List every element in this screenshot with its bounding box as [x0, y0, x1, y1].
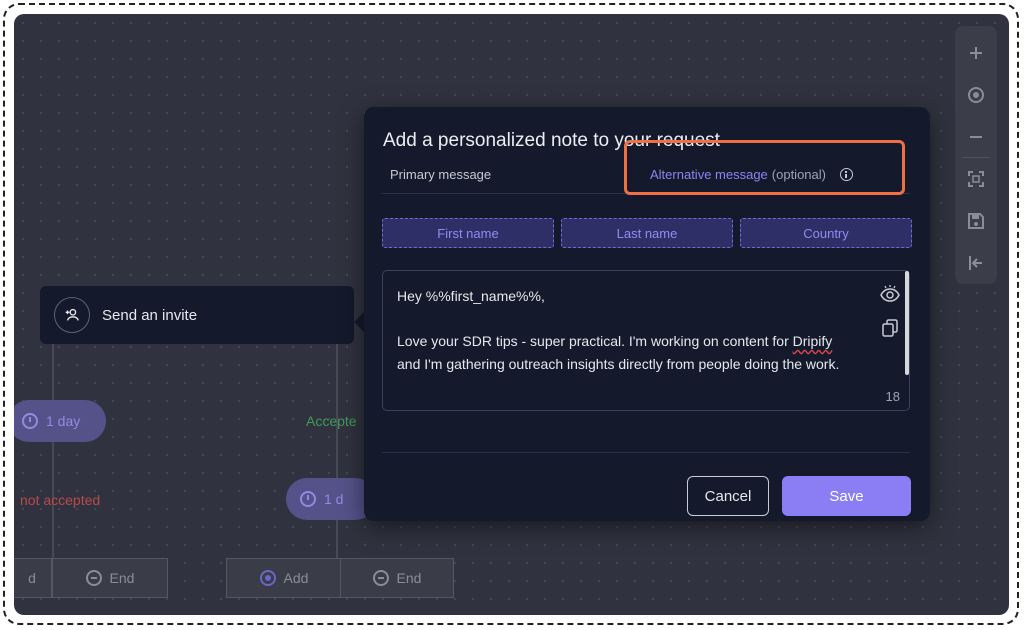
- end-button-label: End: [396, 570, 422, 586]
- node-button-label: d: [28, 570, 36, 586]
- variable-country[interactable]: Country: [740, 218, 912, 248]
- delay-label: 1 d: [324, 491, 344, 507]
- clock-icon: [22, 413, 38, 429]
- eye-icon[interactable]: [880, 284, 900, 302]
- delay-label: 1 day: [46, 413, 81, 429]
- delay-pill[interactable]: 1 d: [286, 478, 376, 520]
- node-button[interactable]: d: [14, 558, 52, 598]
- plus-icon: [970, 46, 982, 59]
- clock-icon: [300, 491, 316, 507]
- end-button-label: End: [109, 570, 135, 586]
- accepted-label: Accepte: [306, 413, 357, 429]
- target-icon: [968, 86, 984, 103]
- add-button-label: Add: [283, 570, 309, 586]
- message-body-start: Love your SDR tips - super practical. I'…: [397, 333, 793, 349]
- message-text[interactable]: Hey %%first_name%%, Love your SDR tips -…: [397, 285, 857, 375]
- popover-arrow: [354, 312, 364, 332]
- variable-last-name[interactable]: Last name: [561, 218, 733, 248]
- zoom-out-button[interactable]: [955, 116, 997, 158]
- tab-primary-message[interactable]: Primary message: [390, 167, 491, 182]
- workflow-canvas: 1 day 1 d Accepte not accepted d End Add…: [14, 14, 1009, 615]
- copy-icon[interactable]: [882, 319, 898, 337]
- message-greeting: Hey %%first_name%%,: [397, 288, 545, 304]
- end-button[interactable]: End: [340, 558, 454, 598]
- editor-scrollbar[interactable]: [905, 271, 909, 375]
- message-editor[interactable]: Hey %%first_name%%, Love your SDR tips -…: [382, 270, 910, 411]
- connector: [336, 344, 338, 574]
- send-invite-node[interactable]: Send an invite: [40, 286, 354, 344]
- not-accepted-label: not accepted: [20, 492, 101, 508]
- exit-button[interactable]: [955, 242, 997, 284]
- minus-circle-icon: [372, 570, 389, 586]
- fit-screen-button[interactable]: [955, 158, 997, 200]
- save-icon: [968, 213, 984, 230]
- add-circle-icon: [259, 570, 276, 586]
- character-counter: 18: [885, 389, 900, 404]
- spellcheck-flagged-word: Dripify: [792, 333, 833, 349]
- add-user-icon: [54, 297, 90, 333]
- delay-pill[interactable]: 1 day: [14, 400, 106, 442]
- minus-circle-icon: [85, 570, 102, 586]
- end-button[interactable]: End: [52, 558, 168, 598]
- send-invite-label: Send an invite: [102, 306, 198, 324]
- dialog-divider: [382, 452, 910, 453]
- zoom-in-button[interactable]: [955, 32, 997, 74]
- center-button[interactable]: [955, 74, 997, 116]
- canvas-toolbar: [955, 26, 997, 284]
- fit-screen-icon: [968, 171, 984, 188]
- exit-icon: [969, 256, 982, 271]
- variable-first-name[interactable]: First name: [382, 218, 554, 248]
- cancel-button[interactable]: Cancel: [687, 476, 769, 516]
- save-layout-button[interactable]: [955, 200, 997, 242]
- save-button[interactable]: Save: [782, 476, 911, 516]
- add-button[interactable]: Add: [226, 558, 342, 598]
- minus-icon: [970, 135, 982, 138]
- connector: [52, 344, 54, 574]
- highlight-box: [624, 140, 905, 195]
- variable-tags: First name Last name Country: [382, 218, 912, 248]
